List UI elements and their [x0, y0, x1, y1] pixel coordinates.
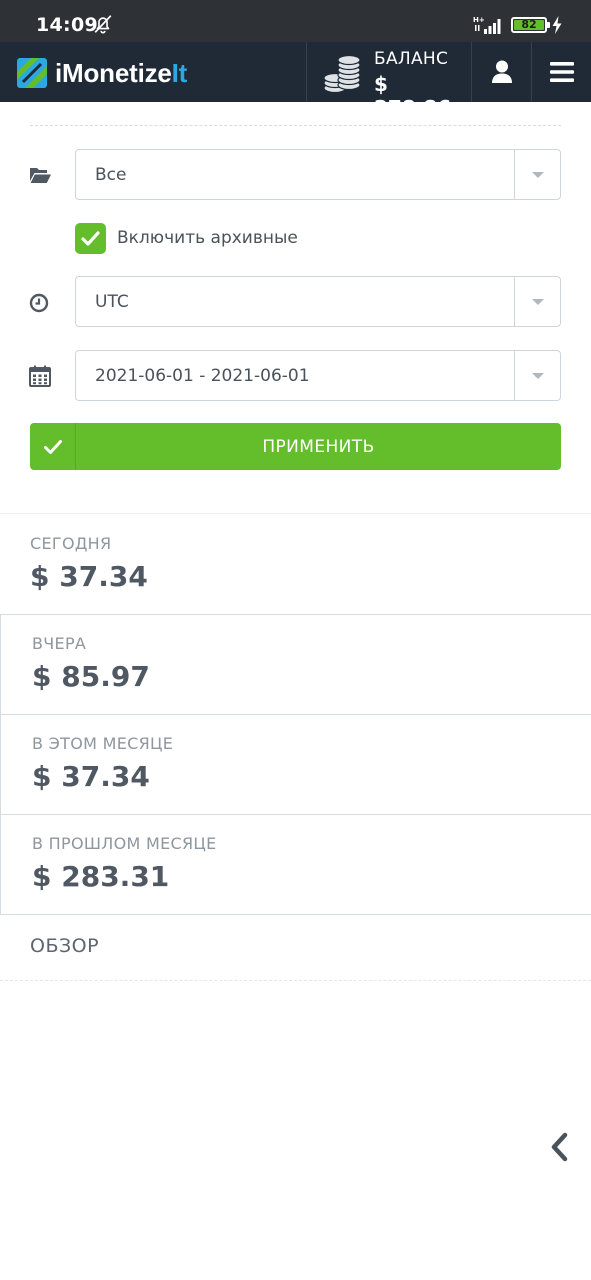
brand-name-main: iMonetize [55, 57, 172, 88]
stat-label: В ПРОШЛОМ МЕСЯЦЕ [32, 834, 217, 853]
balance-widget[interactable]: БАЛАНС $ 278.86 [307, 42, 471, 120]
overview-title: ОБЗОР [30, 935, 100, 957]
logo-icon [17, 58, 47, 88]
stat-label: ВЧЕРА [32, 634, 87, 653]
stat-today: СЕГОДНЯ $ 37.34 [0, 514, 591, 615]
stat-label: В ЭТОМ МЕСЯЦЕ [32, 734, 174, 753]
app-header: iMonetizeIt БАЛАНС $ 278.86 [0, 42, 591, 120]
include-archive-row[interactable]: Включить архивные [75, 222, 298, 254]
coins-icon [323, 54, 361, 94]
user-button[interactable] [472, 42, 531, 102]
stat-value: $ 85.97 [32, 660, 150, 693]
stat-value: $ 283.31 [32, 860, 170, 893]
stat-yesterday: ВЧЕРА $ 85.97 [0, 614, 591, 715]
checkmark-icon [81, 230, 100, 246]
chevron-down-icon [532, 172, 544, 178]
timezone-select[interactable]: UTC [75, 276, 561, 327]
date-range-select[interactable]: 2021-06-01 - 2021-06-01 [75, 350, 561, 401]
stat-value: $ 37.34 [30, 560, 148, 593]
brand-name: iMonetizeIt [55, 58, 187, 89]
user-icon [492, 60, 512, 83]
category-select-value: Все [95, 165, 127, 185]
folder-open-icon [30, 168, 51, 183]
apply-button[interactable]: ПРИМЕНИТЬ [30, 423, 561, 470]
apply-button-label: ПРИМЕНИТЬ [262, 437, 375, 457]
menu-icon [550, 62, 574, 82]
bell-off-icon [94, 15, 112, 34]
category-select[interactable]: Все [75, 149, 561, 200]
checkmark-icon [44, 440, 62, 454]
balance-label: БАЛАНС [374, 49, 449, 69]
menu-button[interactable] [532, 42, 591, 102]
battery-icon: 82 [511, 17, 550, 33]
signal-icon: H+ [473, 16, 501, 34]
stat-last-month: В ПРОШЛОМ МЕСЯЦЕ $ 283.31 [0, 814, 591, 915]
battery-level: 82 [514, 19, 544, 30]
include-archive-label: Включить архивные [117, 228, 298, 248]
date-range-value: 2021-06-01 - 2021-06-01 [95, 366, 310, 386]
timezone-select-value: UTC [95, 292, 129, 312]
chevron-left-icon[interactable] [548, 1131, 572, 1163]
include-archive-checkbox[interactable] [75, 222, 106, 254]
stat-label: СЕГОДНЯ [30, 534, 112, 553]
charging-bolt-icon [552, 16, 562, 34]
clock-icon [29, 293, 49, 313]
top-divider [30, 125, 561, 126]
stat-value: $ 37.34 [32, 760, 150, 793]
status-bar: 14:09 H+ 82 [0, 0, 591, 42]
chevron-down-icon [532, 299, 544, 305]
brand-logo[interactable]: iMonetizeIt [15, 56, 187, 90]
bottom-divider [0, 980, 591, 981]
status-time: 14:09 [36, 14, 98, 36]
stat-this-month: В ЭТОМ МЕСЯЦЕ $ 37.34 [0, 714, 591, 815]
svg-text:H+: H+ [473, 16, 485, 24]
chevron-down-icon [532, 373, 544, 379]
brand-name-accent: It [171, 57, 188, 88]
calendar-icon [29, 365, 51, 387]
balance-value: $ 278.86 [374, 72, 452, 120]
